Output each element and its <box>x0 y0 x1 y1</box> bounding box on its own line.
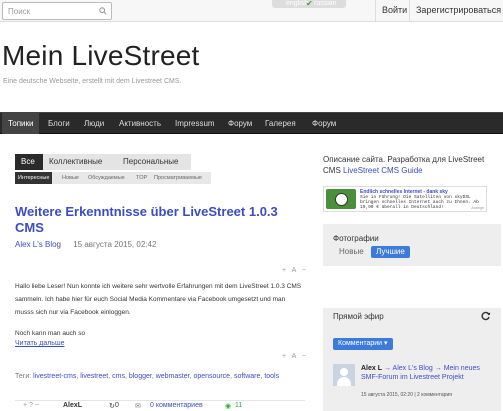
post-date: 15 августа 2015, 02:42 <box>73 240 157 249</box>
site-title[interactable]: Mein LiveStreet <box>2 40 200 72</box>
ad-text: Sie in Führung! Die Satelliten von skyDS… <box>360 195 479 210</box>
tags-label: Теги: <box>15 373 32 380</box>
post-body: Hallo liebe Leser! Nun konnte ich weiter… <box>15 280 305 348</box>
site-description-block: Описание сайта. Разработка для LiveStree… <box>323 154 501 176</box>
site-description: Eine deutsche Webseite, erstellt mit dem… <box>3 78 182 85</box>
nav-item-topics[interactable]: Топики <box>2 113 40 134</box>
nav-item-forum[interactable]: Форум <box>228 113 252 134</box>
search-box[interactable] <box>2 2 112 20</box>
avatar[interactable] <box>333 364 355 386</box>
top-bar: english ✔ russian Войти Зарегистрировать… <box>0 0 503 22</box>
subtab-viewed[interactable]: Просматриваемые <box>151 172 205 184</box>
post-vote-controls[interactable]: + A − <box>282 267 308 274</box>
nav-item-forum-2[interactable]: Форум <box>312 113 336 134</box>
subtab-top[interactable]: TOP <box>133 172 150 184</box>
subtab-new[interactable]: Новые <box>59 172 82 184</box>
register-link[interactable]: Зарегистрироваться <box>409 0 503 22</box>
language-switcher[interactable]: english ✔ russian <box>272 0 346 8</box>
live-entry-author[interactable]: Alex L <box>361 365 382 372</box>
photos-tab-new[interactable]: Новые <box>339 246 364 258</box>
lang-current[interactable]: english <box>286 0 308 7</box>
tag-link[interactable]: livestreet <box>80 373 108 380</box>
tag-link[interactable]: livestreet-cms <box>33 373 76 380</box>
search-icon[interactable] <box>99 7 107 15</box>
sidebar-desc-link[interactable]: LiveStreet CMS Guide <box>343 166 423 175</box>
tag-link[interactable]: webmaster <box>156 373 190 380</box>
post-footer: + ? − AlexL ↻ 0 ✉ 0 комментариев ◉ 11 <box>15 400 305 411</box>
share-icon[interactable]: ✉ <box>135 402 141 410</box>
ad-banner[interactable]: Endlich schnelles Internet - dank sky Si… <box>323 186 487 212</box>
read-more-link[interactable]: Читать дальше <box>15 340 64 347</box>
tab-all[interactable]: Все <box>15 154 43 170</box>
post-paragraph: Hallo liebe Leser! Nun konnte ich weiter… <box>15 283 302 316</box>
lang-alt[interactable]: russian <box>314 0 337 8</box>
arrow-icon: → <box>383 365 391 372</box>
post-paragraph: Noch kann man auch so <box>15 330 86 337</box>
tag-link[interactable]: opensource <box>193 373 230 380</box>
post-title[interactable]: Weitere Erkenntnisse über LiveStreet 1.0… <box>15 204 300 236</box>
live-filter-dropdown[interactable]: Комментарии ▾ <box>333 338 393 350</box>
nav-item-impressum[interactable]: Impressum <box>175 113 215 134</box>
nav-item-blogs[interactable]: Блоги <box>48 113 70 134</box>
post-rating[interactable]: + ? − <box>23 402 39 409</box>
post-meta: Alex L's Blog 15 августа 2015, 02:42 <box>15 240 156 249</box>
nav-item-people[interactable]: Люди <box>84 113 104 134</box>
favourite-icon[interactable]: ↻ <box>109 402 115 410</box>
tag-link[interactable]: software <box>234 373 260 380</box>
post-vote-controls-bottom[interactable]: + A − <box>282 353 308 360</box>
views-count: 11 <box>235 402 243 409</box>
post-tags: Теги: livestreet-cms, livestreet, cms, b… <box>15 373 280 380</box>
post-blog-link[interactable]: Alex L's Blog <box>15 240 61 249</box>
subtab-interesting[interactable]: Интересные <box>15 172 53 184</box>
eye-icon: ◉ <box>225 403 232 410</box>
post-author[interactable]: AlexL <box>63 402 82 409</box>
nav-item-activity[interactable]: Активность <box>119 113 161 134</box>
login-link[interactable]: Войти <box>375 0 409 22</box>
main-nav: Топики Блоги Люди Активность Impressum Ф… <box>0 112 503 134</box>
tag-link[interactable]: tools <box>264 373 279 380</box>
live-entry-meta: 15 августа 2015, 02:20 | 2 комментария <box>361 392 452 398</box>
topic-subtabs: Интересные Новые Обсуждаемые TOP Просмат… <box>15 172 211 184</box>
comments-link[interactable]: 0 комментариев <box>150 402 203 409</box>
check-icon: ✔ <box>306 0 313 8</box>
nav-item-gallery[interactable]: Галерея <box>265 113 296 134</box>
refresh-icon[interactable] <box>481 311 491 321</box>
photos-block: Фотографии Новые Лучшие <box>323 224 501 266</box>
live-stream-block: Прямой эфир Комментарии ▾ Alex L → Alex … <box>323 308 501 411</box>
ad-source: Anzeige <box>471 206 484 210</box>
tag-link[interactable]: blogger <box>129 373 152 380</box>
ad-image <box>326 189 356 209</box>
arrow-icon: → <box>434 365 442 372</box>
photos-title: Фотографии <box>333 234 379 243</box>
tab-collective[interactable]: Коллективные <box>43 154 117 170</box>
tab-personal[interactable]: Персональные <box>117 154 191 170</box>
search-input[interactable] <box>3 3 93 19</box>
tag-link[interactable]: cms <box>112 373 125 380</box>
subtab-discussed[interactable]: Обсуждаемые <box>85 172 128 184</box>
live-title: Прямой эфир <box>333 312 384 321</box>
favourite-count: 0 <box>115 402 119 409</box>
live-entry: Alex L → Alex L's Blog → Mein neues SMF-… <box>361 364 497 382</box>
photos-tab-best[interactable]: Лучшие <box>371 246 410 258</box>
live-entry-blog[interactable]: Alex L's Blog <box>393 365 433 372</box>
